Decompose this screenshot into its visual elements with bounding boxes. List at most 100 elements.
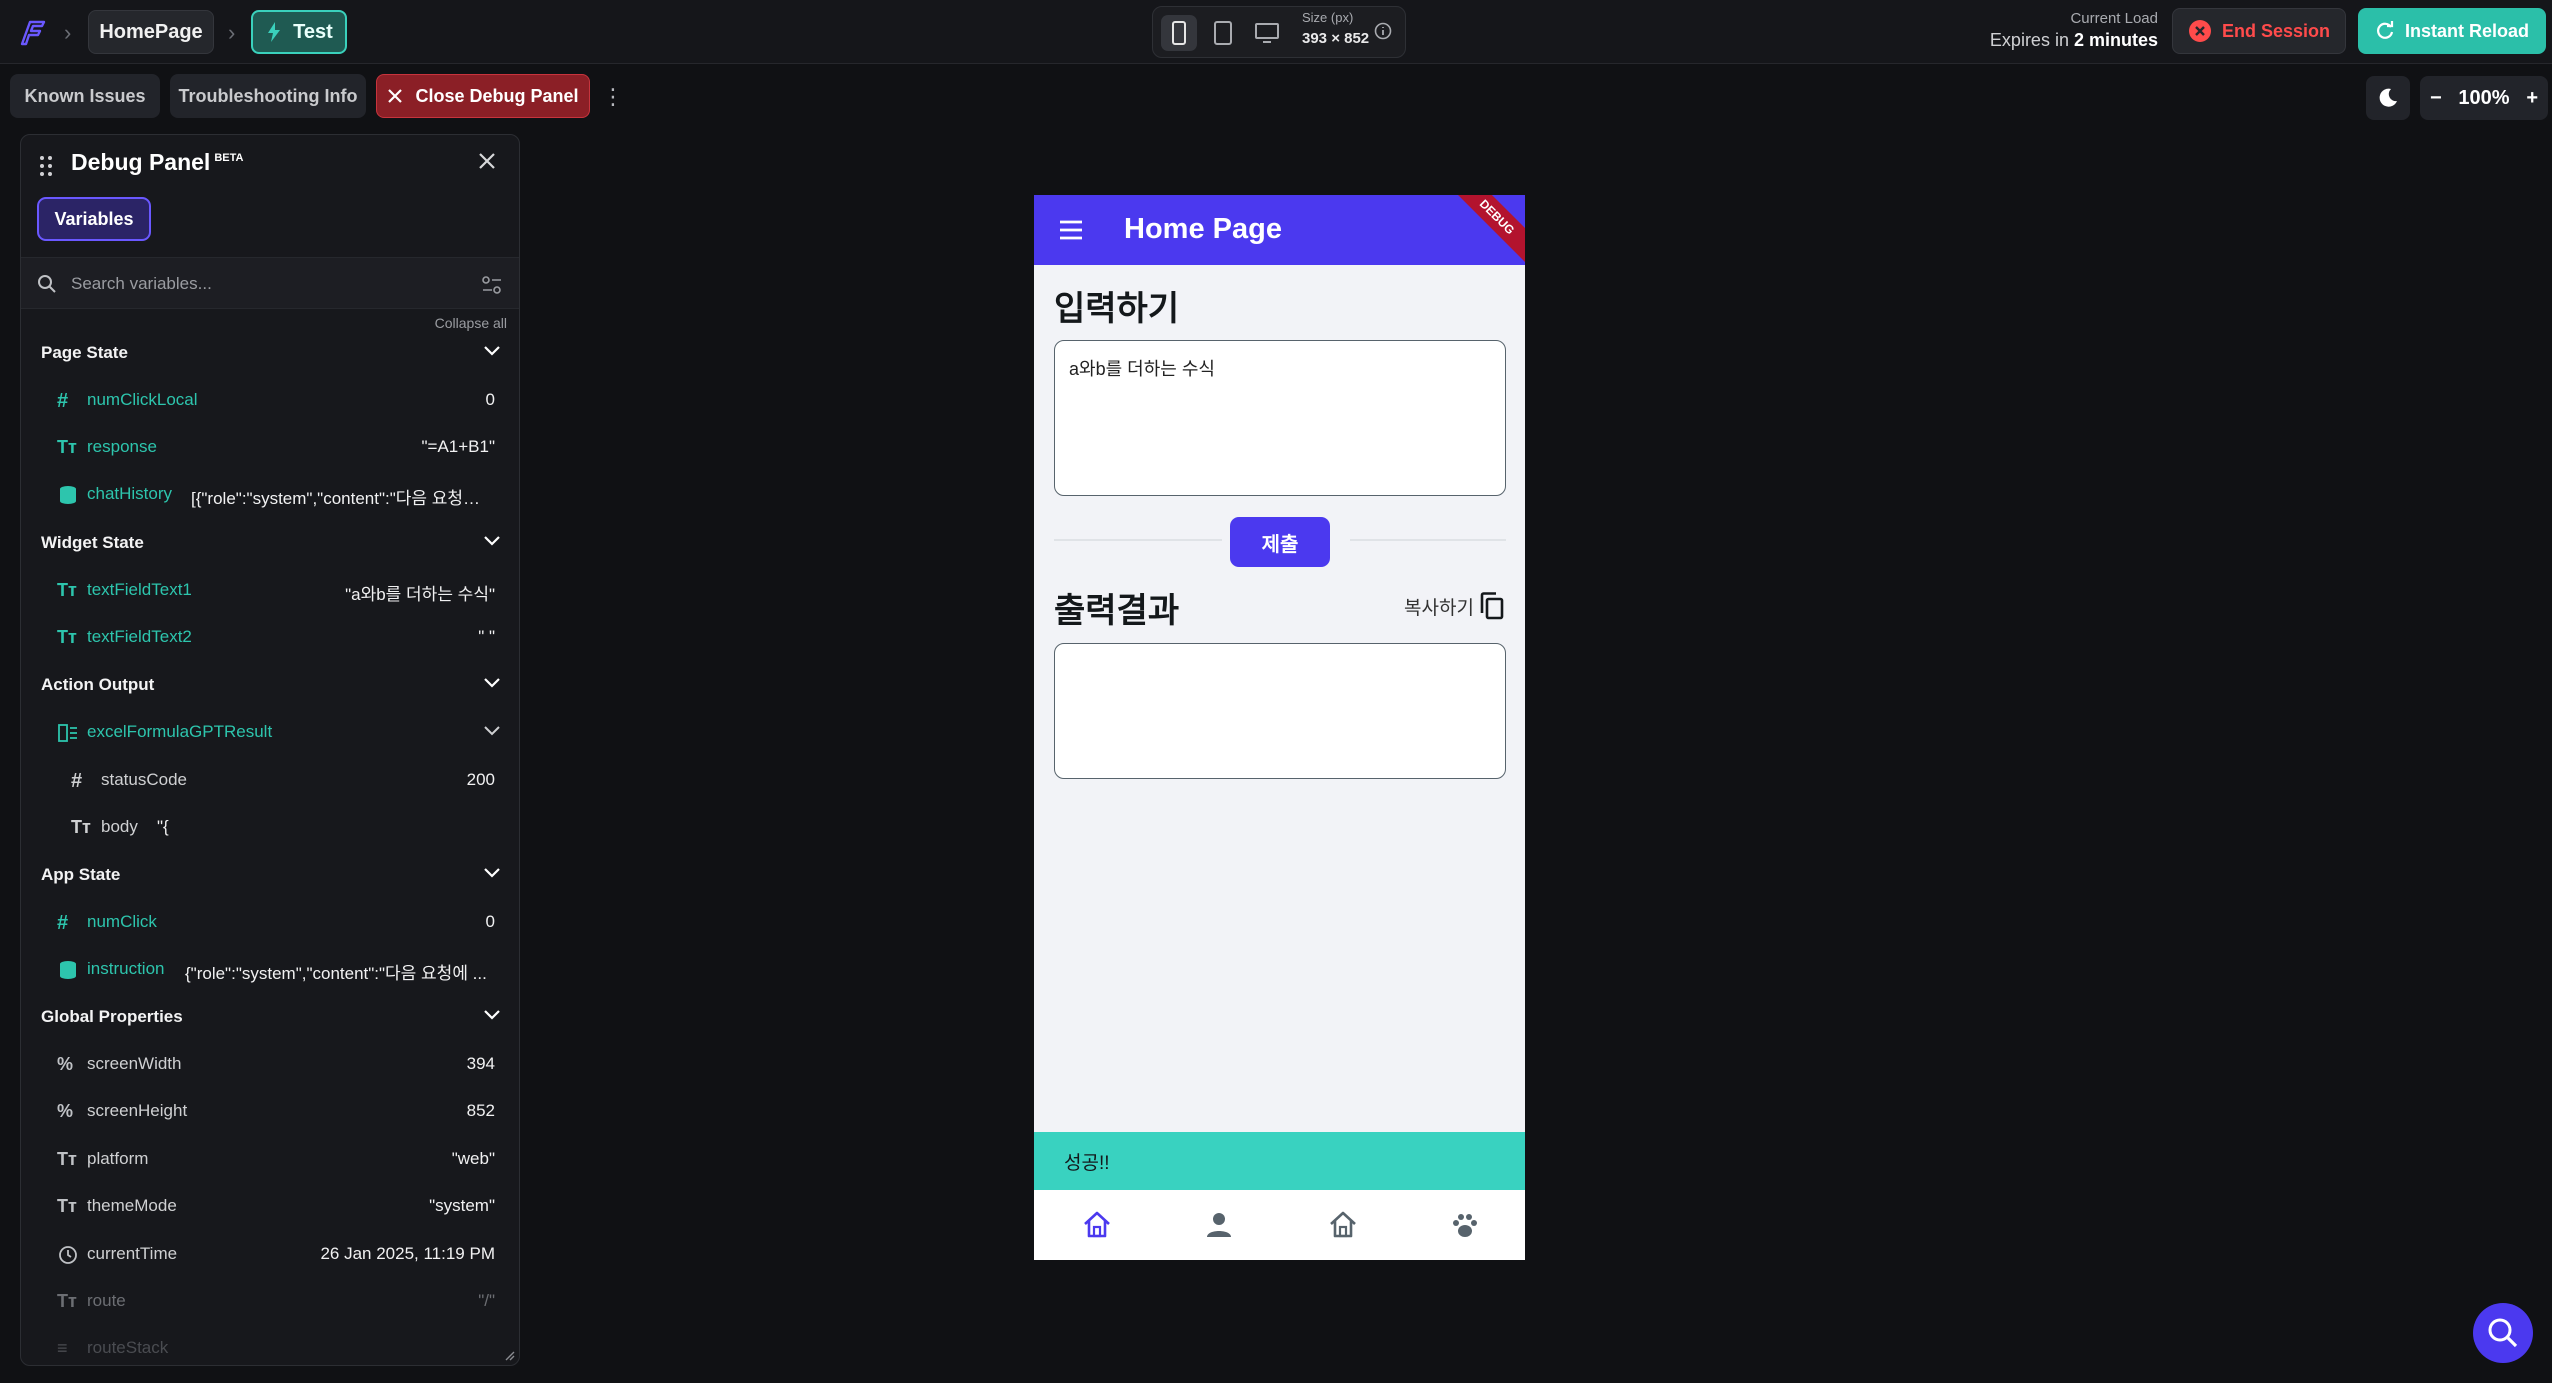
variable-value: "a와b를 더하는 수식" [345,585,495,604]
test-mode-button[interactable]: Test [251,10,347,54]
close-icon[interactable] [477,151,497,171]
text-icon: Tт [71,817,91,837]
drag-handle-icon[interactable] [39,155,53,177]
variable-row[interactable]: Tт themeMode "system" [21,1183,519,1230]
desktop-device-button[interactable] [1249,15,1285,51]
variable-row[interactable]: chatHistory [{"role":"system","content":… [21,471,519,518]
variable-value: "/" [478,1291,495,1310]
variable-row[interactable]: Tт textFieldText2 " " [21,614,519,661]
person-icon[interactable] [1202,1208,1236,1242]
zoom-out-icon[interactable]: − [2430,87,2442,110]
variable-row[interactable]: ≡ routeStack [21,1325,519,1365]
chevron-right-icon: › [64,20,72,45]
variable-row[interactable]: # numClick 0 [21,899,519,946]
zoom-in-icon[interactable]: + [2526,87,2538,110]
variable-name: instruction [87,959,165,978]
beta-badge: BETA [214,152,244,165]
chevron-down-icon[interactable] [483,677,501,689]
chevron-down-icon[interactable] [483,1009,501,1021]
variable-name: textFieldText2 [87,627,192,646]
close-debug-panel-button[interactable]: Close Debug Panel [376,74,590,118]
paw-icon[interactable] [1448,1208,1482,1242]
variable-name: chatHistory [87,484,173,503]
submit-button[interactable]: 제출 [1230,517,1330,567]
variable-row[interactable]: % screenWidth 394 [21,1041,519,1088]
text-icon: Tт [57,437,77,457]
section-app-state[interactable]: App State [21,853,519,897]
troubleshooting-info-button[interactable]: Troubleshooting Info [170,74,366,118]
chevron-down-icon[interactable] [483,535,501,547]
home-outline-icon[interactable] [1326,1208,1360,1242]
submit-label: 제출 [1261,533,1299,556]
tablet-device-button[interactable] [1205,15,1241,51]
snackbar: 성공!! [1034,1132,1525,1190]
text-icon: Tт [57,580,77,600]
variable-row[interactable]: Tт route "/" [21,1278,519,1325]
chevron-down-icon[interactable] [483,345,501,357]
variable-row[interactable]: currentTime 26 Jan 2025, 11:19 PM [21,1231,519,1278]
variable-value: 0 [485,390,495,409]
section-action-output[interactable]: Action Output [21,663,519,707]
variable-value: "web" [451,1149,495,1168]
section-title: Widget State [41,533,144,552]
section-page-state[interactable]: Page State [21,331,519,375]
chevron-down-icon[interactable] [483,867,501,879]
variable-value: 26 Jan 2025, 11:19 PM [320,1244,495,1263]
snackbar-text: 성공!! [1064,1153,1110,1174]
copy-button[interactable]: 복사하기 [1404,593,1474,620]
search-input[interactable] [69,258,453,310]
variable-row[interactable]: Tт textFieldText1 "a와b를 더하는 수식" [21,567,519,614]
zoom-control: − 100% + [2420,76,2548,120]
variable-row[interactable]: % screenHeight 852 [21,1088,519,1135]
tablet-icon [1214,21,1232,45]
page-selector-button[interactable]: HomePage [88,10,214,54]
section-global-properties[interactable]: Global Properties [21,995,519,1039]
chevron-down-icon[interactable] [483,725,501,737]
theme-toggle-button[interactable] [2366,76,2410,120]
filter-icon[interactable] [481,274,503,296]
variable-row[interactable]: # statusCode 200 [21,757,519,804]
size-label: Size (px) [1302,10,1354,25]
variable-value: 200 [466,770,495,789]
section-widget-state[interactable]: Widget State [21,521,519,565]
list-icon: ≡ [57,1338,68,1358]
copy-icon[interactable] [1478,591,1506,621]
info-icon[interactable] [1374,22,1392,40]
known-issues-button[interactable]: Known Issues [10,74,160,118]
end-session-button[interactable]: End Session [2172,8,2346,54]
tab-variables[interactable]: Variables [37,197,151,241]
variable-name: currentTime [87,1244,178,1263]
variable-name: numClick [87,912,157,931]
help-search-button[interactable] [2473,1303,2533,1363]
phone-preview: Home Page DEBUG 입력하기 a와b를 더하는 수식 제출 출력결과… [1034,195,1525,1260]
variable-value: "=A1+B1" [421,437,495,456]
variable-name: numClickLocal [87,390,198,409]
size-value: 393 × 852 [1302,30,1370,47]
more-vert-icon[interactable]: ⋮ [602,84,624,110]
current-load-label: Current Load [2070,10,2158,27]
percent-icon: % [57,1101,74,1121]
collapse-all-button[interactable]: Collapse all [381,315,507,331]
variable-row[interactable]: instruction {"role":"system","content":"… [21,946,519,993]
home-icon[interactable] [1080,1208,1114,1242]
instant-reload-button[interactable]: Instant Reload [2358,8,2546,54]
menu-icon[interactable] [1058,219,1084,241]
flutterflow-logo-icon[interactable] [14,14,50,50]
moon-icon [2379,88,2397,107]
phone-device-button[interactable] [1161,15,1197,51]
variable-row[interactable]: # numClickLocal 0 [21,377,519,424]
section-title: Page State [41,343,128,362]
expires-value: 2 minutes [2073,30,2158,50]
variable-row[interactable]: Tт body "{ [21,804,519,851]
debug-panel: Debug PanelBETA Variables Collapse all P… [20,134,520,1366]
output-textfield[interactable] [1054,643,1506,779]
prompt-textfield[interactable]: a와b를 더하는 수식 [1054,340,1506,496]
variable-row[interactable]: Tт response "=A1+B1" [21,424,519,471]
close-icon [388,89,403,103]
variable-row[interactable]: excelFormulaGPTResult [21,709,519,756]
variable-row[interactable]: Tт platform "web" [21,1136,519,1183]
input-heading: 입력하기 [1054,290,1180,328]
output-heading: 출력결과 [1054,592,1180,630]
resize-handle-icon[interactable] [503,1349,515,1361]
test-mode-label: Test [293,20,333,43]
